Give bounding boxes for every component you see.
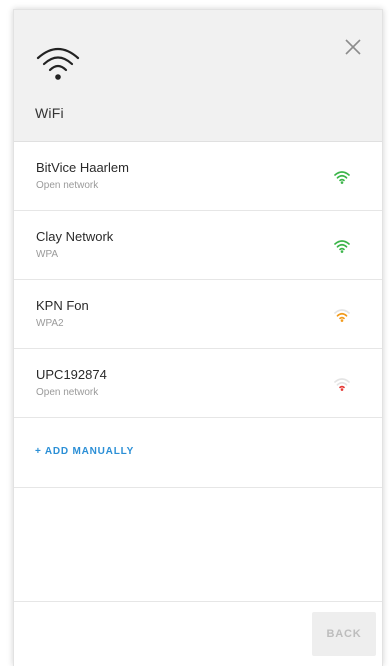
dialog-footer: BACK <box>14 601 382 666</box>
network-name: Clay Network <box>36 229 114 244</box>
dialog-title: WiFi <box>35 105 64 121</box>
network-name: UPC192874 <box>36 367 107 382</box>
network-name: BitVice Haarlem <box>36 160 129 175</box>
dialog-header: WiFi <box>14 10 382 142</box>
wifi-signal-icon <box>334 378 350 391</box>
wifi-dialog: WiFi BitVice Haarlem Open network Clay N… <box>13 9 383 666</box>
wifi-icon <box>36 47 80 80</box>
network-list: BitVice Haarlem Open network Clay Networ… <box>14 142 382 488</box>
network-row[interactable]: Clay Network WPA <box>14 211 382 280</box>
network-security: WPA <box>36 249 59 260</box>
network-security: WPA2 <box>36 318 64 329</box>
back-button[interactable]: BACK <box>312 612 376 656</box>
close-icon[interactable] <box>344 38 362 56</box>
wifi-signal-icon <box>334 171 350 184</box>
wifi-signal-icon <box>334 240 350 253</box>
network-name: KPN Fon <box>36 298 89 313</box>
network-security: Open network <box>36 387 99 398</box>
add-manually-link[interactable]: + ADD MANUALLY <box>35 446 134 457</box>
network-row[interactable]: KPN Fon WPA2 <box>14 280 382 349</box>
page: WiFi BitVice Haarlem Open network Clay N… <box>0 0 389 666</box>
network-row[interactable]: BitVice Haarlem Open network <box>14 142 382 211</box>
add-manually-row: + ADD MANUALLY <box>14 418 382 488</box>
network-security: Open network <box>36 180 99 191</box>
network-row[interactable]: UPC192874 Open network <box>14 349 382 418</box>
wifi-signal-icon <box>334 309 350 322</box>
